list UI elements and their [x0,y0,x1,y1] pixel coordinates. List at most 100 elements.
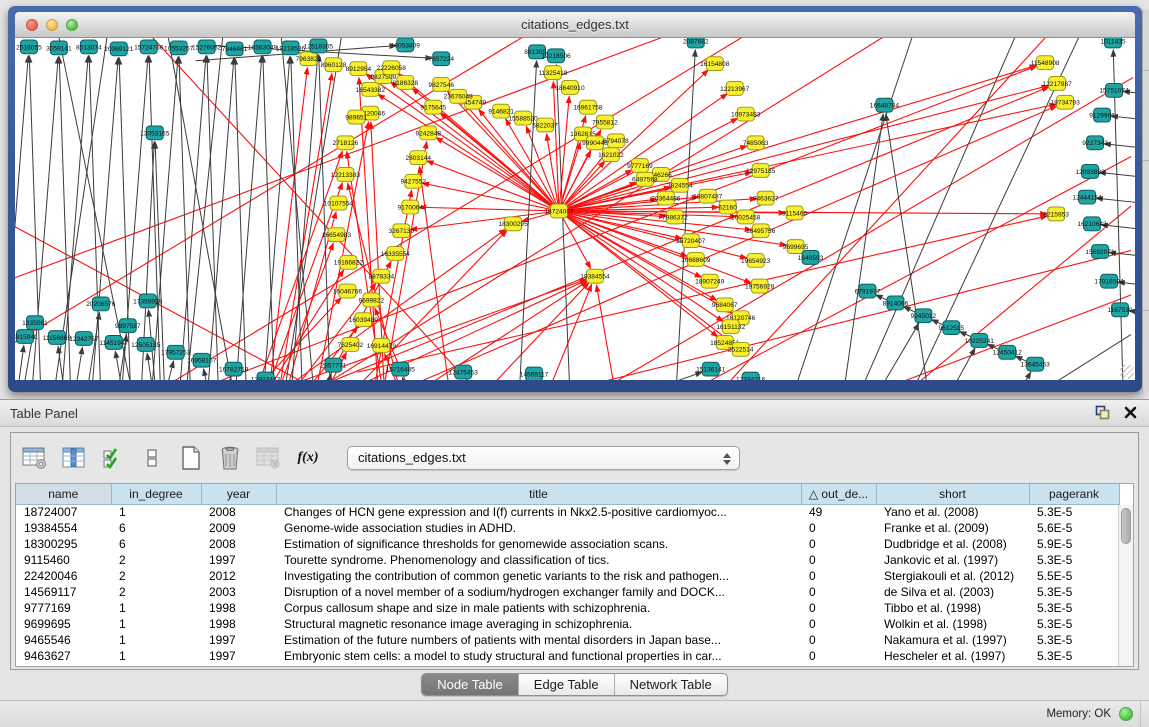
graph-node[interactable]: 11325419 [539,66,568,80]
graph-node[interactable]: 2803144 [405,151,431,165]
graph-node[interactable]: 15136141 [696,362,726,376]
graph-node[interactable]: 2087682 [683,38,709,48]
graph-node[interactable]: 16563049 [248,40,278,54]
graph-node[interactable]: 20369121 [104,42,134,56]
graph-node[interactable]: 8914096 [883,296,909,310]
graph-node[interactable]: 9397587 [115,319,141,333]
graph-node[interactable]: 8912954 [346,62,372,76]
show-column-button[interactable] [60,444,88,472]
tab-edge-table[interactable]: Edge Table [519,674,615,695]
column-header-in_degree[interactable]: in_degree [111,484,201,504]
table-scrollbar[interactable] [1118,505,1133,666]
graph-node[interactable]: 18640910 [555,81,585,95]
graph-node[interactable]: 9227343 [1082,136,1108,150]
column-header-out_de[interactable]: △ out_de... [801,484,876,504]
graph-node[interactable]: 8215953 [1043,207,1069,221]
table-settings-button[interactable] [21,444,49,472]
graph-node[interactable]: 12093832 [1075,165,1105,179]
graph-node[interactable]: 13053165 [140,126,170,140]
graph-node[interactable]: 10107554 [324,196,354,210]
table-row[interactable]: 1456911722003Disruption of a novel membe… [16,584,1119,600]
table-row[interactable]: 1872400712008Changes of HCN gene express… [16,504,1119,520]
graph-node[interactable]: 16648784 [870,98,900,112]
graph-node[interactable]: 7963822 [296,52,322,66]
graph-node[interactable]: 18495756 [746,224,776,238]
graph-node[interactable]: 16782759 [219,362,249,376]
graph-node[interactable]: 7846461 [222,42,248,56]
graph-node[interactable]: 18300295 [498,217,528,231]
graph-node[interactable]: 8960128 [321,58,347,72]
window-resize-grip[interactable] [1120,365,1134,379]
graph-node[interactable]: 16958107 [187,353,217,367]
column-header-year[interactable]: year [201,484,276,504]
graph-node[interactable]: 9612515 [939,321,965,335]
graph-node[interactable]: 15720407 [676,234,706,248]
graph-node[interactable]: 12505135 [131,337,161,351]
graph-node[interactable]: 1335061 [22,316,48,330]
graph-node[interactable]: 12444154 [1072,190,1102,204]
close-panel-icon[interactable] [1124,406,1137,424]
graph-node[interactable]: 62160 [719,200,738,214]
network-view[interactable]: 1872400711325419186409101696175879558121… [15,38,1135,380]
graph-node[interactable]: 12217987 [1042,77,1072,91]
graph-node[interactable]: 10553257 [164,41,194,55]
graph-node[interactable]: 11156869 [43,331,72,345]
graph-node[interactable]: 13645453 [1021,357,1051,371]
float-panel-icon[interactable] [1095,405,1110,425]
table-row[interactable]: 1938455462009Genome-wide association stu… [16,520,1119,536]
graph-node[interactable]: 3824554 [667,178,693,192]
graph-node[interactable]: 12213967 [720,81,750,95]
graph-node[interactable]: 9245012 [911,309,937,323]
column-header-short[interactable]: short [876,484,1029,504]
graph-node[interactable]: 1011435 [1100,38,1125,48]
graph-node[interactable]: 989651 [345,110,367,124]
graph-node[interactable]: 3059141 [46,41,72,55]
graph-node[interactable]: 16961758 [573,100,603,114]
graph-node[interactable]: 12923443 [251,372,281,380]
network-window[interactable]: citations_edges.txt 18724007113254191864… [8,6,1142,392]
graph-node[interactable]: 9827546 [428,78,454,92]
graph-node[interactable]: 16654983 [322,228,352,242]
graph-node[interactable]: 7857224 [428,52,454,66]
table-row[interactable]: 911546021997Tourette syndrome. Phenomeno… [16,552,1119,568]
new-table-button[interactable] [177,444,205,472]
graph-node[interactable]: 9115460 [782,206,807,220]
column-header-title[interactable]: title [276,484,801,504]
select-columns-button[interactable] [99,444,127,472]
table-row[interactable]: 946362711997Embryonic stem cells: a mode… [16,648,1119,664]
graph-node[interactable]: 9129966 [1089,108,1115,122]
table-row[interactable]: 969969511998Structural magnetic resonanc… [16,616,1119,632]
graph-node[interactable]: 11548908 [1031,56,1060,70]
graph-node[interactable]: 15276062 [192,40,222,54]
graph-node[interactable]: 7955812 [592,115,618,129]
function-builder-button[interactable]: f(x) [294,444,322,472]
tab-node-table[interactable]: Node Table [422,674,519,695]
graph-node[interactable]: 3915941 [15,330,38,344]
graph-node[interactable]: 9170064 [397,200,423,214]
graph-node[interactable]: 10688609 [681,252,711,266]
graph-node[interactable]: 7625402 [338,337,364,351]
network-window-titlebar[interactable]: citations_edges.txt [15,12,1135,38]
table-row[interactable]: 2242004622012Investigating the contribut… [16,568,1119,584]
table-row[interactable]: 946554611997Estimation of the future num… [16,632,1119,648]
graph-node[interactable]: 20206576 [86,297,116,311]
graph-node[interactable]: 9699822 [359,293,385,307]
tab-network-table[interactable]: Network Table [615,674,727,695]
table-row[interactable]: 1830029562008Estimation of significance … [16,536,1119,552]
graph-node[interactable]: 19166822 [334,255,364,269]
graph-node[interactable]: 14569117 [520,367,549,380]
graph-node[interactable]: 15692071 [1085,245,1115,259]
graph-node[interactable]: 15724766 [134,40,164,54]
graph-node[interactable]: 1167530 [1107,303,1132,317]
graph-node[interactable]: 9463627 [753,191,779,205]
row-height-button[interactable] [138,444,166,472]
graph-node[interactable]: 16053809 [391,38,421,52]
table-row[interactable]: 977716911998Corpus callosum shape and si… [16,600,1119,616]
graph-node[interactable]: 16046766 [333,284,363,298]
delete-trash-button[interactable] [216,444,244,472]
column-header-pagerank[interactable]: pagerank [1029,484,1119,504]
graph-node[interactable]: 20364486 [651,191,681,205]
graph-node[interactable]: 17334216 [736,372,766,380]
graph-node[interactable]: 19654923 [741,253,771,267]
column-header-name[interactable]: name [16,484,111,504]
